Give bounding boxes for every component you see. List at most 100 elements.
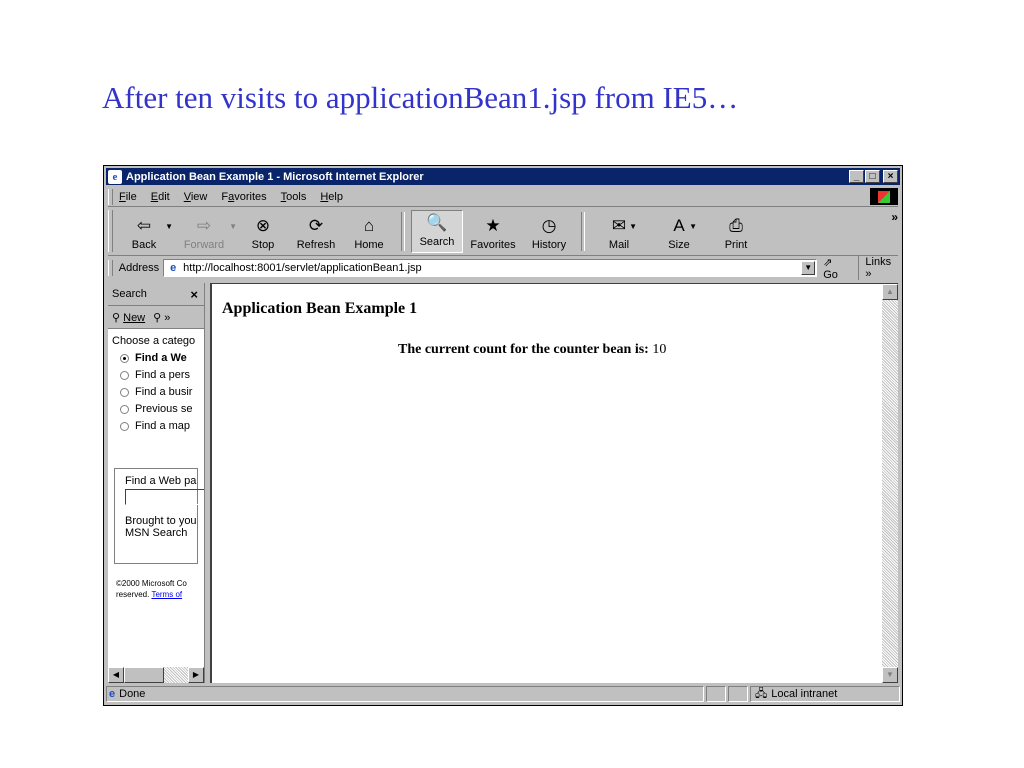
radio-icon <box>120 421 129 431</box>
back-label: Back <box>131 239 157 251</box>
windows-logo-icon <box>870 188 898 205</box>
close-button[interactable]: × <box>883 170 898 183</box>
menu-view[interactable]: View <box>184 191 208 203</box>
search-pane-hscrollbar[interactable]: ◀ ▶ <box>108 667 204 683</box>
new-search-button[interactable]: ⚲ New <box>112 311 145 324</box>
scroll-left-icon[interactable]: ◀ <box>108 667 124 683</box>
links-button[interactable]: Links » <box>858 256 898 280</box>
menu-help[interactable]: Help <box>320 191 343 203</box>
ie-page-icon: e <box>109 688 116 700</box>
favorites-label: Favorites <box>470 239 516 251</box>
address-input[interactable]: e http://localhost:8001/servlet/applicat… <box>163 259 818 277</box>
forward-dropdown-icon[interactable]: ▼ <box>229 222 237 231</box>
size-button[interactable]: A Size ▼ <box>647 208 711 255</box>
standard-toolbar: ⇦ Back ▼ ⇨ Forward ▼ ⊗ Stop ⟳ Refresh ⌂ … <box>108 208 898 256</box>
search-pane-header: Search × <box>108 283 204 306</box>
radio-selected-icon <box>120 353 129 363</box>
toolbar-separator <box>401 212 405 251</box>
search-button[interactable]: 🔍 Search <box>411 210 463 253</box>
addressbar-grip[interactable] <box>108 260 113 276</box>
print-label: Print <box>724 239 748 251</box>
maximize-button[interactable]: □ <box>865 170 880 183</box>
page-vscrollbar[interactable]: ▲ ▼ <box>882 284 898 683</box>
status-text: Done <box>119 688 146 700</box>
radio-icon <box>120 370 129 380</box>
search-pane-title: Search <box>112 288 147 300</box>
history-icon: ◷ <box>541 216 557 235</box>
font-size-icon: A <box>673 216 685 235</box>
menu-edit[interactable]: Edit <box>151 191 170 203</box>
back-dropdown-icon[interactable]: ▼ <box>165 222 173 231</box>
favorites-button[interactable]: ★ Favorites <box>463 208 523 255</box>
forward-button[interactable]: ⇨ Forward ▼ <box>175 208 237 255</box>
scroll-down-icon[interactable]: ▼ <box>882 667 898 683</box>
go-label: Go <box>823 268 838 281</box>
search-pane: Search × ⚲ New ⚲ » Choose a catego Find … <box>108 283 205 683</box>
scroll-thumb[interactable] <box>124 667 164 683</box>
history-label: History <box>531 239 567 251</box>
mail-icon: ✉ <box>611 216 627 235</box>
stop-button[interactable]: ⊗ Stop <box>237 208 289 255</box>
scroll-track[interactable] <box>164 667 188 683</box>
menu-file[interactable]: File <box>119 191 137 203</box>
size-label: Size <box>668 239 690 251</box>
page-heading: Application Bean Example 1 <box>222 300 418 317</box>
home-button[interactable]: ⌂ Home <box>343 208 395 255</box>
slide-title: After ten visits to applicationBean1.jsp… <box>102 80 739 115</box>
toolbar-more-chevron[interactable]: » <box>891 208 898 255</box>
back-button[interactable]: ⇦ Back ▼ <box>119 208 173 255</box>
browser-window: e Application Bean Example 1 - Microsoft… <box>103 165 903 706</box>
menu-favorites[interactable]: Favorites <box>221 191 266 203</box>
radio-find-person[interactable]: Find a pers <box>120 369 200 381</box>
minimize-button[interactable]: _ <box>849 170 864 183</box>
print-button[interactable]: ⎙ Print <box>711 208 761 255</box>
status-panel <box>728 686 748 702</box>
scroll-right-icon[interactable]: ▶ <box>188 667 204 683</box>
choose-category-label: Choose a catego <box>112 335 196 347</box>
menu-bar: File Edit View Favorites Tools Help <box>108 187 898 207</box>
window-controls: _ □ × <box>849 170 898 183</box>
mail-dropdown-icon[interactable]: ▼ <box>629 222 637 231</box>
size-dropdown-icon[interactable]: ▼ <box>689 222 697 231</box>
search-pane-close-icon[interactable]: × <box>190 287 198 302</box>
find-web-input[interactable] <box>125 489 204 505</box>
web-page: Application Bean Example 1 The current c… <box>211 283 898 683</box>
stop-icon: ⊗ <box>255 216 271 235</box>
scroll-up-icon[interactable]: ▲ <box>882 284 898 300</box>
new-search-icon: ⚲ <box>112 311 121 324</box>
radio-previous-searches[interactable]: Previous se <box>120 403 200 415</box>
address-dropdown-icon[interactable]: ▼ <box>801 261 816 275</box>
address-label: Address <box>118 262 160 274</box>
home-label: Home <box>354 239 384 251</box>
address-bar: Address e http://localhost:8001/servlet/… <box>108 256 898 281</box>
zone-label: Local intranet <box>771 688 838 700</box>
content-area: Search × ⚲ New ⚲ » Choose a catego Find … <box>108 283 898 683</box>
radio-icon <box>120 387 129 397</box>
radio-find-map[interactable]: Find a map <box>120 420 200 432</box>
printer-icon: ⎙ <box>729 216 743 235</box>
history-button[interactable]: ◷ History <box>523 208 575 255</box>
refresh-button[interactable]: ⟳ Refresh <box>289 208 343 255</box>
terms-link[interactable]: Terms of <box>151 590 182 599</box>
radio-icon <box>120 404 129 414</box>
brought-by-line-2: MSN Search <box>125 527 188 539</box>
go-button[interactable]: ⇗ Go <box>823 256 848 281</box>
ie-page-icon: e <box>108 169 122 184</box>
favorites-icon: ★ <box>485 216 501 235</box>
next-search-icon[interactable]: ⚲ » <box>153 311 170 324</box>
search-pane-toolbar: ⚲ New ⚲ » <box>108 306 204 329</box>
status-text-panel: e Done <box>106 686 704 702</box>
toolbar-grip[interactable] <box>108 210 113 252</box>
menu-tools[interactable]: Tools <box>281 191 307 203</box>
radio-find-business[interactable]: Find a busir <box>120 386 200 398</box>
page-icon: e <box>170 262 177 274</box>
stop-label: Stop <box>251 239 275 251</box>
menubar-grip[interactable] <box>108 188 113 205</box>
counter-line: The current count for the counter bean i… <box>398 342 666 358</box>
mail-label: Mail <box>608 239 630 251</box>
mail-button[interactable]: ✉ Mail ▼ <box>591 208 647 255</box>
radio-find-web[interactable]: Find a We <box>120 352 200 364</box>
counter-value: 10 <box>652 342 667 357</box>
copyright-text: ©2000 Microsoft Co reserved. Terms of <box>116 579 187 599</box>
title-bar[interactable]: e Application Bean Example 1 - Microsoft… <box>106 168 900 185</box>
